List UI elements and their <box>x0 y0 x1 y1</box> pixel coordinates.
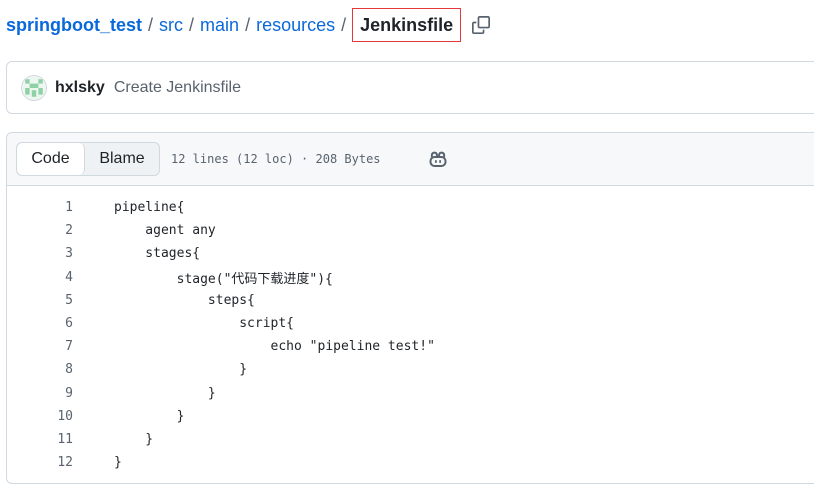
line-text: stages{ <box>114 246 201 262</box>
code-line: 4 stage("代码下载进度"){ <box>7 266 814 289</box>
breadcrumb-main-link[interactable]: main <box>200 15 239 36</box>
line-number[interactable]: 2 <box>7 223 73 238</box>
line-text: script{ <box>114 316 295 332</box>
code-line: 5 steps{ <box>7 289 814 312</box>
breadcrumb-separator: / <box>148 14 154 35</box>
line-number[interactable]: 4 <box>7 270 73 285</box>
tab-code[interactable]: Code <box>17 143 85 175</box>
code-line: 8 } <box>7 358 814 381</box>
breadcrumb-separator: / <box>189 14 195 35</box>
copilot-icon <box>429 151 447 167</box>
breadcrumb-src-link[interactable]: src <box>159 15 183 36</box>
breadcrumb-resources-link[interactable]: resources <box>256 15 335 36</box>
file-info: 12 lines (12 loc) · 208 Bytes <box>171 152 381 166</box>
line-text: } <box>114 385 216 401</box>
code-line: 10 } <box>7 405 814 428</box>
line-number[interactable]: 10 <box>7 409 73 424</box>
line-number[interactable]: 3 <box>7 246 73 261</box>
breadcrumb: springboot_test / src / main / resources… <box>6 7 493 43</box>
file-viewer: Code Blame 12 lines (12 loc) · 208 Bytes… <box>6 132 814 484</box>
code-content: 1 pipeline{2 agent any 3 stages{4 stage("代… <box>7 186 814 474</box>
line-text: steps{ <box>114 292 255 308</box>
line-number[interactable]: 8 <box>7 362 73 377</box>
line-text: } <box>114 408 185 424</box>
code-line: 12} <box>7 451 814 474</box>
code-line: 3 stages{ <box>7 242 814 265</box>
line-number[interactable]: 7 <box>7 339 73 354</box>
line-number[interactable]: 9 <box>7 386 73 401</box>
breadcrumb-separator: / <box>341 14 347 35</box>
breadcrumb-separator: / <box>245 14 251 35</box>
file-viewer-header: Code Blame 12 lines (12 loc) · 208 Bytes <box>7 133 814 186</box>
latest-commit-bar: hxlsky Create Jenkinsfile <box>6 61 814 114</box>
line-number[interactable]: 1 <box>7 200 73 215</box>
copy-icon <box>472 16 491 34</box>
author-avatar[interactable] <box>21 74 47 101</box>
line-text: } <box>114 362 248 378</box>
code-line: 7 echo "pipeline test!" <box>7 335 814 358</box>
line-number[interactable]: 6 <box>7 316 73 331</box>
code-line: 11 } <box>7 428 814 451</box>
line-text: } <box>114 431 154 447</box>
identicon-avatar-icon <box>23 76 45 99</box>
code-line: 2 agent any <box>7 219 814 242</box>
commit-author-link[interactable]: hxlsky <box>55 79 105 97</box>
code-line: 9 } <box>7 382 814 405</box>
line-text: echo "pipeline test!" <box>114 339 435 355</box>
line-text: agent any <box>114 223 216 239</box>
line-number[interactable]: 12 <box>7 455 73 470</box>
line-text: pipeline{ <box>114 200 185 216</box>
breadcrumb-current-file: Jenkinsfile <box>352 8 462 42</box>
line-number[interactable]: 5 <box>7 293 73 308</box>
commit-message-link[interactable]: Create Jenkinsfile <box>114 79 241 97</box>
line-text: } <box>114 455 122 471</box>
code-line: 1 pipeline{ <box>7 196 814 219</box>
code-line: 6 script{ <box>7 312 814 335</box>
tab-blame[interactable]: Blame <box>85 143 159 175</box>
line-text: stage("代码下载进度"){ <box>114 271 333 287</box>
copilot-button[interactable] <box>427 149 449 169</box>
line-number[interactable]: 11 <box>7 432 73 447</box>
breadcrumb-repo-link[interactable]: springboot_test <box>6 15 142 36</box>
view-mode-toggle: Code Blame <box>16 142 160 176</box>
copy-path-button[interactable] <box>469 13 493 37</box>
